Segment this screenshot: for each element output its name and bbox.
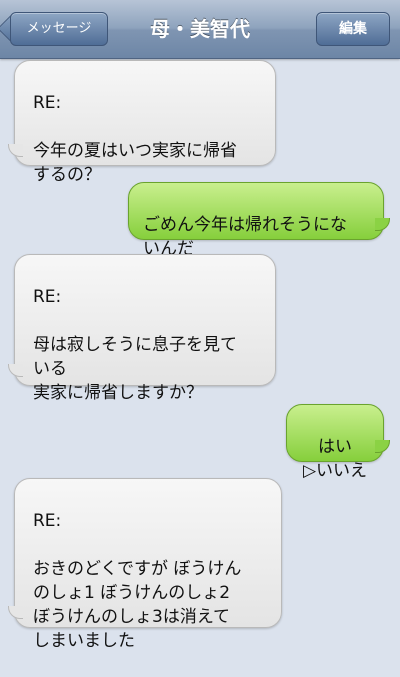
message-text: おきのどくですが ぼうけん のしょ1 ぼうけんのしょ2 ぼうけんのしょ3は消えて… <box>33 559 242 651</box>
message-text: 今年の夏はいつ実家に帰省 するの？ <box>33 141 237 185</box>
edit-button[interactable]: 編集 <box>316 12 390 46</box>
navigation-bar: メッセージ 母・美智代 編集 <box>0 0 400 59</box>
message-text: 母は寂しそうに息子を見て いる 実家に帰省しますか？ <box>33 335 237 403</box>
outgoing-message-bubble: ごめん今年は帰れそうにな いんだ <box>128 182 390 259</box>
message-text: ごめん今年は帰れそうにな いんだ <box>143 215 347 259</box>
incoming-message-bubble: RE: 今年の夏はいつ実家に帰省 するの？ <box>8 60 276 185</box>
incoming-message-bubble: RE: 母は寂しそうに息子を見て いる 実家に帰省しますか？ <box>8 254 276 403</box>
back-button-label[interactable]: メッセージ <box>10 12 108 46</box>
outgoing-message-bubble: はい ▷いいえ <box>286 404 390 481</box>
message-text: はい ▷いいえ <box>302 437 368 481</box>
bubble-tail <box>8 606 23 619</box>
message-subject: RE: <box>33 93 62 113</box>
incoming-message-bubble: RE: おきのどくですが ぼうけん のしょ1 ぼうけんのしょ2 ぼうけんのしょ3… <box>8 478 282 651</box>
bubble-tail <box>8 364 23 377</box>
bubble-tail <box>8 144 23 157</box>
message-subject: RE: <box>33 511 62 531</box>
conversation-title: 母・美智代 <box>150 17 250 41</box>
bubble-tail <box>375 440 390 453</box>
bubble-tail <box>375 218 390 231</box>
message-subject: RE: <box>33 287 62 307</box>
